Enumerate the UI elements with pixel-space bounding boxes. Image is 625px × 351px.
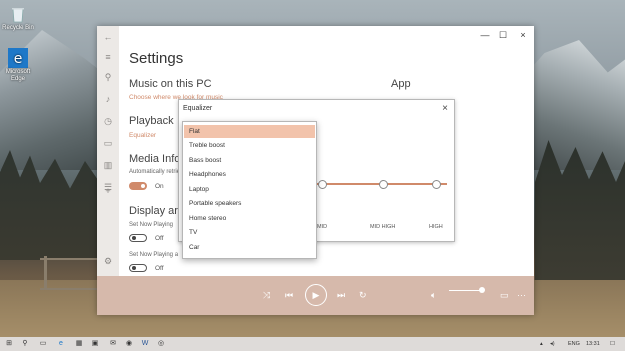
equalizer-link[interactable]: Equalizer	[129, 132, 156, 139]
language-indicator[interactable]: ENG	[568, 341, 580, 347]
bar-chart-icon[interactable]: ▥	[103, 160, 113, 170]
more-options-icon[interactable]: ···	[517, 290, 526, 300]
add-icon[interactable]: +	[103, 186, 113, 196]
band-label: MID	[317, 224, 328, 230]
close-icon[interactable]: ×	[442, 103, 448, 114]
desktop-icon-label: Microsoft Edge	[5, 69, 31, 82]
play-button[interactable]: ▶	[305, 284, 327, 306]
next-icon[interactable]: ⏭	[337, 290, 345, 300]
set-now-playing-1: Set Now Playing	[129, 222, 174, 228]
close-button[interactable]: ×	[517, 30, 529, 40]
music-section-heading: Music on this PC	[129, 78, 212, 90]
edge-icon: e	[8, 48, 28, 68]
recycle-bin-icon	[8, 4, 28, 24]
volume-slider-track[interactable]	[449, 290, 483, 291]
media-info-toggle[interactable]	[129, 182, 147, 190]
preset-option-tv[interactable]: TV	[184, 226, 315, 239]
band-label: HIGH	[429, 224, 443, 230]
set-now-playing-2: Set Now Playing a	[129, 252, 179, 258]
search-icon[interactable]: ⚲	[20, 339, 30, 349]
word-icon[interactable]: W	[140, 339, 150, 349]
edge-taskbar-icon[interactable]: e	[56, 339, 66, 349]
set-now-playing-2-toggle[interactable]	[129, 264, 147, 272]
file-explorer-icon[interactable]: ▦	[74, 339, 84, 349]
desktop-icon-recycle-bin[interactable]: Recycle Bin	[0, 4, 38, 32]
clock[interactable]: 13:31	[586, 341, 600, 347]
preset-option-portable-speakers[interactable]: Portable speakers	[184, 197, 315, 210]
toggle-label: Off	[155, 235, 164, 242]
svg-text:e: e	[14, 51, 23, 67]
speaker-icon[interactable]: ◂)	[550, 341, 555, 347]
groove-music-taskbar-icon[interactable]: ◎	[156, 339, 166, 349]
preset-option-car[interactable]: Car	[184, 241, 315, 254]
toggle-label: Off	[155, 265, 164, 272]
page-title: Settings	[129, 50, 184, 67]
store-icon[interactable]: ▣	[90, 339, 100, 349]
nav-pane: ← ≡ ⚲ ♪ ◷ ▭ ▥ ☰ + ⚙	[97, 26, 119, 276]
mail-icon[interactable]: ✉	[108, 339, 118, 349]
set-now-playing-1-toggle[interactable]	[129, 234, 147, 242]
preset-option-bass-boost[interactable]: Bass boost	[184, 154, 315, 167]
eq-slider-high[interactable]	[432, 180, 441, 189]
back-arrow-icon[interactable]: ←	[103, 32, 113, 42]
shuffle-icon[interactable]: ⤨	[263, 290, 270, 300]
equalizer-title: Equalizer	[183, 105, 213, 112]
desktop-icon-edge[interactable]: e Microsoft Edge	[0, 48, 38, 83]
preset-option-flat[interactable]: Flat	[184, 125, 315, 138]
start-windows-icon[interactable]: ⊞	[4, 339, 14, 349]
hamburger-menu-icon[interactable]: ≡	[103, 52, 113, 62]
chrome-icon[interactable]: ◉	[124, 339, 134, 349]
eq-slider-mid-high[interactable]	[379, 180, 388, 189]
settings-gear-icon[interactable]: ⚙	[103, 256, 113, 266]
player-bar: ⤨ ⏮ ▶ ⏭ ↻ 🔈︎ ▭ ···	[97, 276, 534, 315]
playback-section-heading: Playback	[129, 115, 174, 127]
media-info-heading: Media Info	[129, 153, 181, 165]
maximize-button[interactable]: ☐	[497, 30, 509, 40]
band-label: MID HIGH	[370, 224, 396, 230]
eq-slider-mid[interactable]	[318, 180, 327, 189]
minimize-button[interactable]: —	[479, 30, 491, 40]
repeat-icon[interactable]: ↻	[359, 290, 367, 300]
preset-option-treble-boost[interactable]: Treble boost	[184, 139, 315, 152]
notification-icon[interactable]: ☐	[610, 341, 615, 347]
preset-option-home-stereo[interactable]: Home stereo	[184, 212, 315, 225]
volume-icon[interactable]: 🔈︎	[431, 290, 436, 300]
display-art-heading: Display art	[129, 205, 181, 217]
preset-option-headphones[interactable]: Headphones	[184, 168, 315, 181]
task-view-icon[interactable]: ▭	[38, 339, 48, 349]
volume-slider-thumb[interactable]	[479, 287, 485, 293]
preset-option-laptop[interactable]: Laptop	[184, 183, 315, 196]
media-info-toggle-label: On	[155, 183, 164, 190]
network-icon[interactable]: ▴	[540, 341, 543, 347]
preset-dropdown-list: Flat Treble boost Bass boost Headphones …	[182, 121, 317, 259]
search-icon[interactable]: ⚲	[103, 72, 113, 82]
desktop-icon-label: Recycle Bin	[2, 25, 34, 31]
taskbar: ⊞ ⚲ ▭ e ▦ ▣ ✉ ◉ W ◎ ▴ ◂) ENG 13:31 ☐	[0, 337, 625, 351]
previous-icon[interactable]: ⏮	[285, 290, 293, 300]
music-note-icon[interactable]: ♪	[103, 94, 113, 104]
recent-clock-icon[interactable]: ◷	[103, 116, 113, 126]
app-section-heading: App	[391, 78, 411, 90]
now-playing-icon[interactable]: ▭	[103, 138, 113, 148]
mini-view-icon[interactable]: ▭	[500, 290, 509, 300]
